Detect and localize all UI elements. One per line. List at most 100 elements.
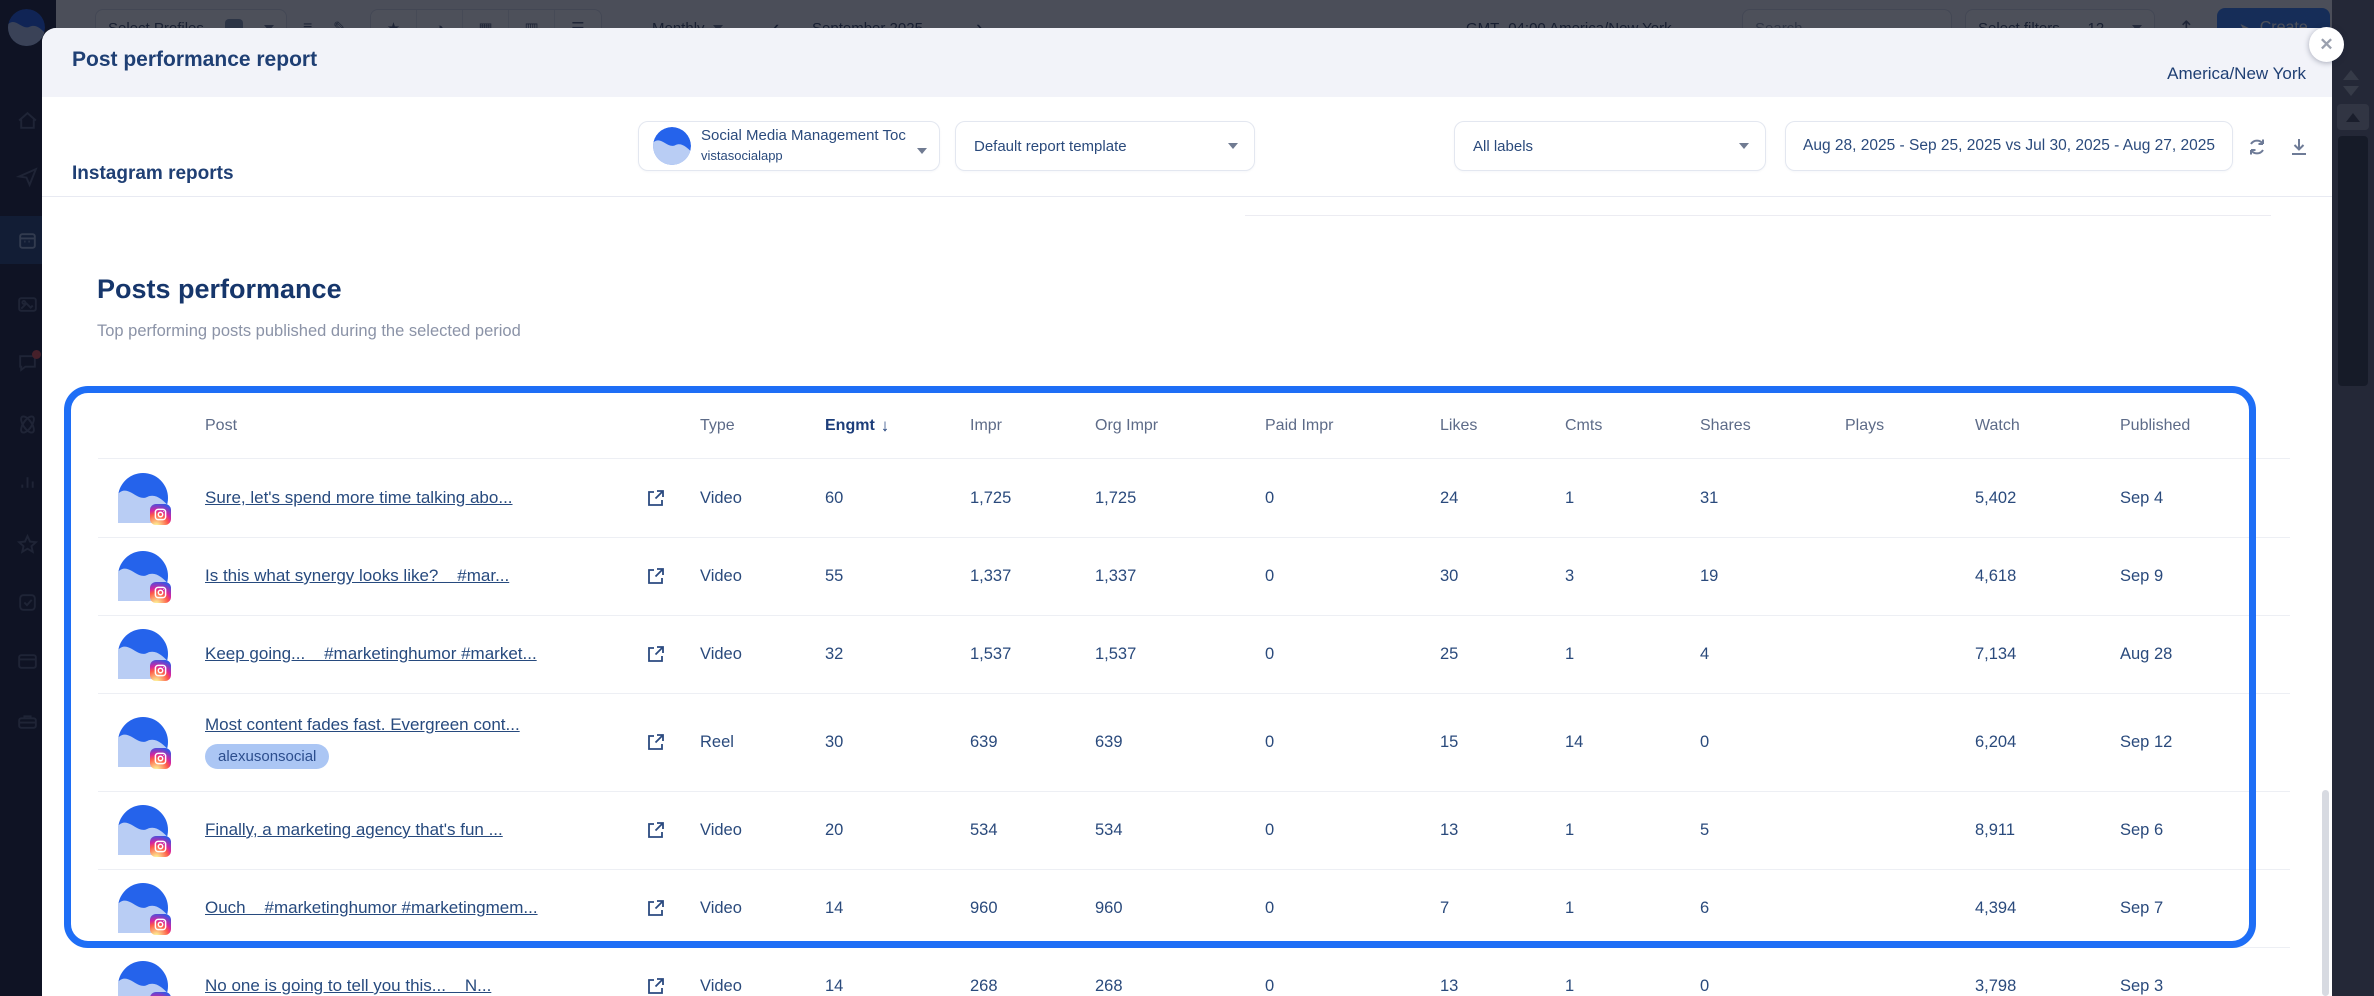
column-header-engmt[interactable]: Engmt↓	[825, 416, 970, 436]
labels-select[interactable]: All labels	[1454, 121, 1766, 171]
cell-comments: 14	[1565, 733, 1700, 752]
cell-organic-impressions: 534	[1095, 821, 1265, 840]
instagram-badge-icon	[150, 836, 171, 857]
post-title-cell: Keep going... #marketinghumor #market...	[205, 644, 645, 664]
cell-comments: 1	[1565, 489, 1700, 508]
table-row: Keep going... #marketinghumor #market...…	[65, 615, 2290, 693]
cell-comments: 1	[1565, 977, 1700, 996]
post-avatar-cell	[65, 551, 205, 601]
post-link[interactable]: Most content fades fast. Evergreen cont.…	[205, 715, 520, 735]
cell-watch-time: 6,204	[1975, 733, 2120, 752]
cell-organic-impressions: 1,537	[1095, 645, 1265, 664]
table-row: Is this what synergy looks like? #mar...…	[65, 537, 2290, 615]
external-link-icon[interactable]	[645, 488, 700, 509]
cell-paid-impressions: 0	[1265, 977, 1440, 996]
cell-shares: 4	[1700, 645, 1845, 664]
column-header-label: Type	[700, 417, 735, 435]
column-header-cmts[interactable]: Cmts	[1565, 417, 1700, 435]
cell-type: Video	[700, 645, 825, 664]
cell-shares: 5	[1700, 821, 1845, 840]
profile-selector[interactable]: Social Media Management Toc vistasociala…	[638, 121, 940, 171]
external-link-icon[interactable]	[645, 644, 700, 665]
cell-watch-time: 4,618	[1975, 567, 2120, 586]
column-header-type[interactable]: Type	[700, 417, 825, 435]
cell-likes: 7	[1440, 899, 1565, 918]
instagram-badge-icon	[150, 914, 171, 935]
external-link-icon[interactable]	[645, 820, 700, 841]
cell-shares: 0	[1700, 977, 1845, 996]
external-link-icon[interactable]	[645, 566, 700, 587]
external-link-icon[interactable]	[645, 898, 700, 919]
column-header-label: Likes	[1440, 417, 1477, 435]
external-link-icon[interactable]	[645, 976, 700, 996]
instagram-badge-icon	[150, 748, 171, 769]
profile-avatar	[118, 551, 168, 601]
date-range-picker[interactable]: Aug 28, 2025 - Sep 25, 2025 vs Jul 30, 2…	[1785, 121, 2233, 171]
column-header-plays[interactable]: Plays	[1845, 417, 1975, 435]
cell-likes: 13	[1440, 821, 1565, 840]
post-link[interactable]: Finally, a marketing agency that's fun .…	[205, 820, 503, 840]
column-header-label: Engmt	[825, 417, 875, 435]
cell-impressions: 268	[970, 977, 1095, 996]
column-header-watch[interactable]: Watch	[1975, 417, 2120, 435]
column-header-paid_impr[interactable]: Paid Impr	[1265, 417, 1440, 435]
post-title-cell: Is this what synergy looks like? #mar...	[205, 566, 645, 586]
cell-organic-impressions: 960	[1095, 899, 1265, 918]
cell-organic-impressions: 639	[1095, 733, 1265, 752]
download-button[interactable]	[2284, 132, 2314, 162]
chevron-down-icon	[1228, 143, 1238, 149]
column-header-likes[interactable]: Likes	[1440, 417, 1565, 435]
report-template-select[interactable]: Default report template	[955, 121, 1255, 171]
cell-likes: 13	[1440, 977, 1565, 996]
post-title-cell: Most content fades fast. Evergreen cont.…	[205, 715, 645, 769]
section-subtitle: Top performing posts published during th…	[97, 322, 521, 341]
section-title: Posts performance	[97, 274, 342, 305]
instagram-badge-icon	[150, 992, 171, 996]
report-title: Instagram reports	[72, 163, 234, 185]
modal-scrollbar-thumb[interactable]	[2322, 790, 2329, 996]
cell-comments: 1	[1565, 899, 1700, 918]
cell-paid-impressions: 0	[1265, 645, 1440, 664]
profile-avatar	[118, 629, 168, 679]
cell-impressions: 1,337	[970, 567, 1095, 586]
post-link[interactable]: No one is going to tell you this... N...	[205, 976, 491, 996]
post-link[interactable]: Keep going... #marketinghumor #market...	[205, 644, 537, 664]
cell-organic-impressions: 1,337	[1095, 567, 1265, 586]
table-row: Sure, let's spend more time talking abo.…	[65, 459, 2290, 537]
cell-comments: 3	[1565, 567, 1700, 586]
cell-shares: 6	[1700, 899, 1845, 918]
post-link[interactable]: Ouch #marketinghumor #marketingmem...	[205, 898, 538, 918]
chevron-down-icon	[1739, 143, 1749, 149]
cell-paid-impressions: 0	[1265, 733, 1440, 752]
modal-timezone-label: America/New York	[2167, 64, 2306, 84]
modal-title: Post performance report	[72, 48, 317, 72]
cell-watch-time: 4,394	[1975, 899, 2120, 918]
column-header-post[interactable]: Post	[205, 417, 645, 435]
column-header-published[interactable]: Published	[2120, 417, 2290, 435]
cell-shares: 19	[1700, 567, 1845, 586]
column-header-label: Published	[2120, 417, 2190, 435]
labels-select-value: All labels	[1473, 138, 1533, 155]
post-avatar-cell	[65, 805, 205, 855]
modal-header: Post performance report America/New York	[42, 28, 2332, 97]
post-link[interactable]: Sure, let's spend more time talking abo.…	[205, 488, 513, 508]
cell-published-date: Sep 4	[2120, 489, 2290, 508]
date-range-value: Aug 28, 2025 - Sep 25, 2025 vs Jul 30, 2…	[1803, 137, 2215, 155]
cell-engagement: 60	[825, 489, 970, 508]
profile-username: vistasocialapp	[701, 148, 783, 163]
column-header-org_impr[interactable]: Org Impr	[1095, 417, 1265, 435]
cell-published-date: Sep 6	[2120, 821, 2290, 840]
cell-type: Video	[700, 899, 825, 918]
instagram-badge-icon	[150, 660, 171, 681]
column-header-label: Org Impr	[1095, 417, 1158, 435]
column-header-shares[interactable]: Shares	[1700, 417, 1845, 435]
cell-type: Video	[700, 821, 825, 840]
post-avatar-cell	[65, 961, 205, 996]
refresh-button[interactable]	[2242, 132, 2272, 162]
screen: Select Profiles ≡ ✎ ★ ◔ ▦ ▥ ☰ Monthly	[0, 0, 2374, 996]
cell-engagement: 14	[825, 899, 970, 918]
external-link-icon[interactable]	[645, 732, 700, 753]
column-header-impr[interactable]: Impr	[970, 417, 1095, 435]
post-link[interactable]: Is this what synergy looks like? #mar...	[205, 566, 509, 586]
close-button[interactable]: ✕	[2309, 27, 2344, 62]
